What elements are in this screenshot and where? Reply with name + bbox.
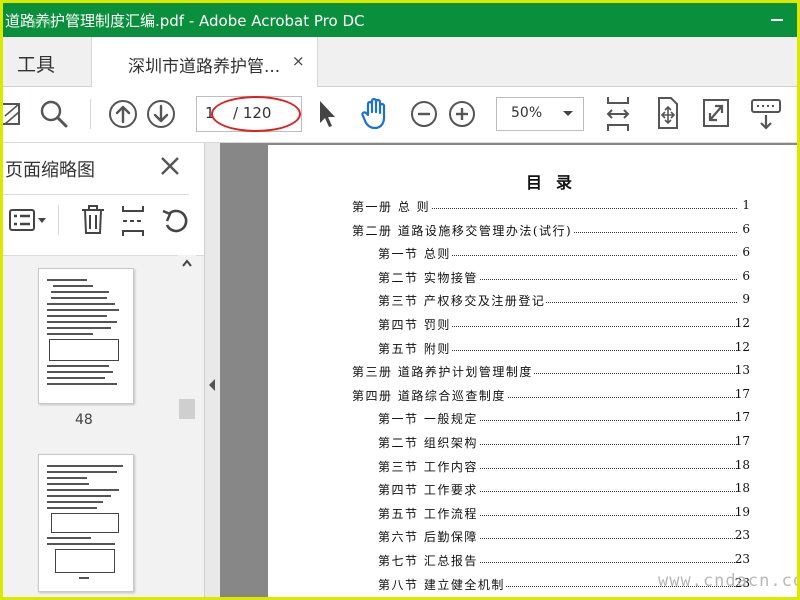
toc-entry[interactable]: 第六节 后勤保障 23 (268, 528, 797, 548)
thumbnail-page-number: 48 (75, 412, 93, 428)
annotation-oval (211, 96, 301, 132)
watermark-logo: 软件 (31, 17, 53, 30)
toc-entry-page: 6 (742, 245, 750, 260)
toc-entry[interactable]: 第一节 一般规定 17 (268, 410, 797, 430)
toc-entry-page: 17 (734, 434, 750, 448)
panel-collapse-handle[interactable] (204, 143, 221, 597)
toc-entry-page: 19 (734, 504, 750, 519)
toolbar-divider (90, 99, 91, 129)
page-thumbnail[interactable] (38, 268, 134, 404)
panel-divider (3, 194, 189, 195)
hand-tool-icon[interactable] (360, 97, 390, 135)
search-icon[interactable] (39, 98, 69, 134)
toc-entry-label: 第五节 工作流程 (378, 504, 479, 522)
toc-entry-page: 13 (734, 363, 750, 378)
toc-entry[interactable]: 第三节 工作内容 18 (268, 457, 797, 478)
thumbnail-options-icon[interactable] (9, 207, 49, 237)
previous-page-icon[interactable] (108, 98, 138, 134)
close-icon[interactable] (159, 155, 181, 181)
toc-entry-label: 第一节 总则 (378, 245, 452, 263)
zoom-in-icon[interactable] (447, 98, 477, 134)
toc-entry-page: 18 (734, 481, 750, 496)
toc-entry[interactable]: 第五节 工作流程 19 (268, 504, 797, 525)
toc-entry-label: 第三册 道路养护计划管理制度 (352, 363, 534, 381)
toc-entry-page: 17 (734, 410, 750, 425)
toc-entry-label: 第四册 道路综合巡查制度 (352, 386, 507, 404)
title-bar: 道路养护管理制度汇编.pdf - Adobe Acrobat Pro DC 软件 (3, 3, 797, 37)
pdf-page: 目录 第一册 总 则 1 第二册 道路设施移交管理办法(试行) 6 第一节 总则 6 第二节… (268, 145, 797, 597)
toc-entry[interactable]: 第二节 实物接管 6 (268, 268, 797, 289)
toc-entry-label: 第一节 一般规定 (378, 410, 479, 428)
extract-pages-icon[interactable] (120, 204, 146, 242)
toc-entry-label: 第二节 组织架构 (378, 434, 479, 451)
tab-document[interactable]: 深圳市道路养护管... × (91, 37, 318, 87)
document-view: 目录 第一册 总 则 1 第二册 道路设施移交管理办法(试行) 6 第一节 总则 6 第二节… (220, 143, 797, 597)
undo-icon[interactable] (161, 205, 189, 239)
next-page-icon[interactable] (146, 98, 176, 134)
toolbar-divider (58, 205, 59, 235)
toc-entry-page: 17 (734, 386, 750, 401)
toc-entry-label: 第四节 罚则 (378, 316, 452, 333)
chevron-down-icon (563, 111, 573, 116)
toc-entry-page: 9 (742, 292, 750, 307)
toc-title: 目录 (526, 173, 587, 192)
thumbnail-scrollbar[interactable] (178, 255, 196, 597)
thumbnail-list: 48 (3, 255, 204, 597)
toc-entry[interactable]: 第三节 产权移交及注册登记 9 (268, 292, 797, 312)
toc-entry-page: 12 (734, 316, 750, 330)
toc-entry-label: 第二册 道路设施移交管理办法(试行) (352, 221, 574, 239)
keyboard-icon[interactable] (750, 97, 782, 135)
sticky-note-icon[interactable] (3, 98, 23, 134)
collapse-arrow-icon (209, 379, 215, 391)
toc-entry-page: 6 (742, 221, 750, 236)
select-tool-icon[interactable] (316, 99, 338, 133)
toc-entry[interactable]: 第四节 工作要求 18 (268, 481, 797, 501)
toc-entry-label: 第三节 产权移交及注册登记 (378, 292, 547, 310)
toc-entry[interactable]: 第三册 道路养护计划管理制度 13 (268, 363, 797, 383)
window-title: 道路养护管理制度汇编.pdf - Adobe Acrobat Pro DC (5, 12, 365, 30)
page-thumbnails-panel: 页面缩略图 48 (3, 143, 204, 597)
toc-entry[interactable]: 第七节 汇总报告 23 (268, 552, 797, 572)
delete-icon[interactable] (80, 204, 106, 240)
toc-entry[interactable]: 第二节 组织架构 17 (268, 434, 797, 454)
zoom-dropdown[interactable]: 50% (496, 97, 584, 131)
full-screen-icon[interactable] (701, 97, 731, 133)
toc-entry-label: 第二节 实物接管 (378, 268, 479, 286)
toc-entry[interactable]: 第四节 罚则 12 (268, 316, 797, 336)
toc-entry-label: 第三节 工作内容 (378, 457, 479, 475)
toc-entry-label: 第一册 总 则 (352, 198, 432, 215)
toc-entry-label: 第七节 汇总报告 (378, 552, 479, 569)
toc-entry[interactable]: 第一节 总则 6 (268, 245, 797, 265)
toc-entry[interactable]: 第二册 道路设施移交管理办法(试行) 6 (268, 221, 797, 242)
toc-entry[interactable]: 第五节 附则 12 (268, 339, 797, 360)
toc-entry-label: 第八节 建立健全机制 (378, 575, 506, 593)
toc-entry-page: 12 (734, 339, 750, 354)
tab-tools[interactable]: 工具 (17, 50, 55, 77)
toolbar: 1 / 120 50% (3, 87, 797, 143)
toc-entry-page: 23 (734, 528, 750, 543)
toc-entry-page: 6 (742, 268, 750, 283)
toc-entry-label: 第六节 后勤保障 (378, 528, 479, 546)
zoom-out-icon[interactable] (409, 98, 439, 134)
tab-bar: 工具 深圳市道路养护管... × (3, 37, 797, 87)
toc-entry[interactable]: 第一册 总 则 1 (268, 198, 797, 218)
toc-entry[interactable]: 第四册 道路综合巡查制度 17 (268, 386, 797, 407)
toc-entry-page: 1 (742, 198, 750, 212)
minimize-button[interactable] (771, 19, 783, 21)
zoom-value: 50% (511, 105, 543, 121)
toc-entry-page: 18 (734, 457, 750, 472)
acrobat-window: 道路养护管理制度汇编.pdf - Adobe Acrobat Pro DC 软件… (3, 3, 797, 597)
toc-entry-label: 第四节 工作要求 (378, 481, 479, 499)
tab-document-label: 深圳市道路养护管... (128, 57, 281, 77)
toc-entry-page: 23 (734, 552, 750, 566)
watermark-text: www.cndacn.com (658, 571, 797, 591)
page-thumbnail[interactable] (38, 454, 134, 592)
fit-width-icon[interactable] (604, 95, 632, 137)
panel-title: 页面缩略图 (5, 160, 95, 181)
toc-entry-label: 第五节 附则 (378, 339, 452, 357)
rotate-page-icon[interactable] (653, 96, 681, 134)
tab-close-icon[interactable]: × (292, 52, 305, 70)
scrollbar-thumb[interactable] (179, 399, 195, 419)
